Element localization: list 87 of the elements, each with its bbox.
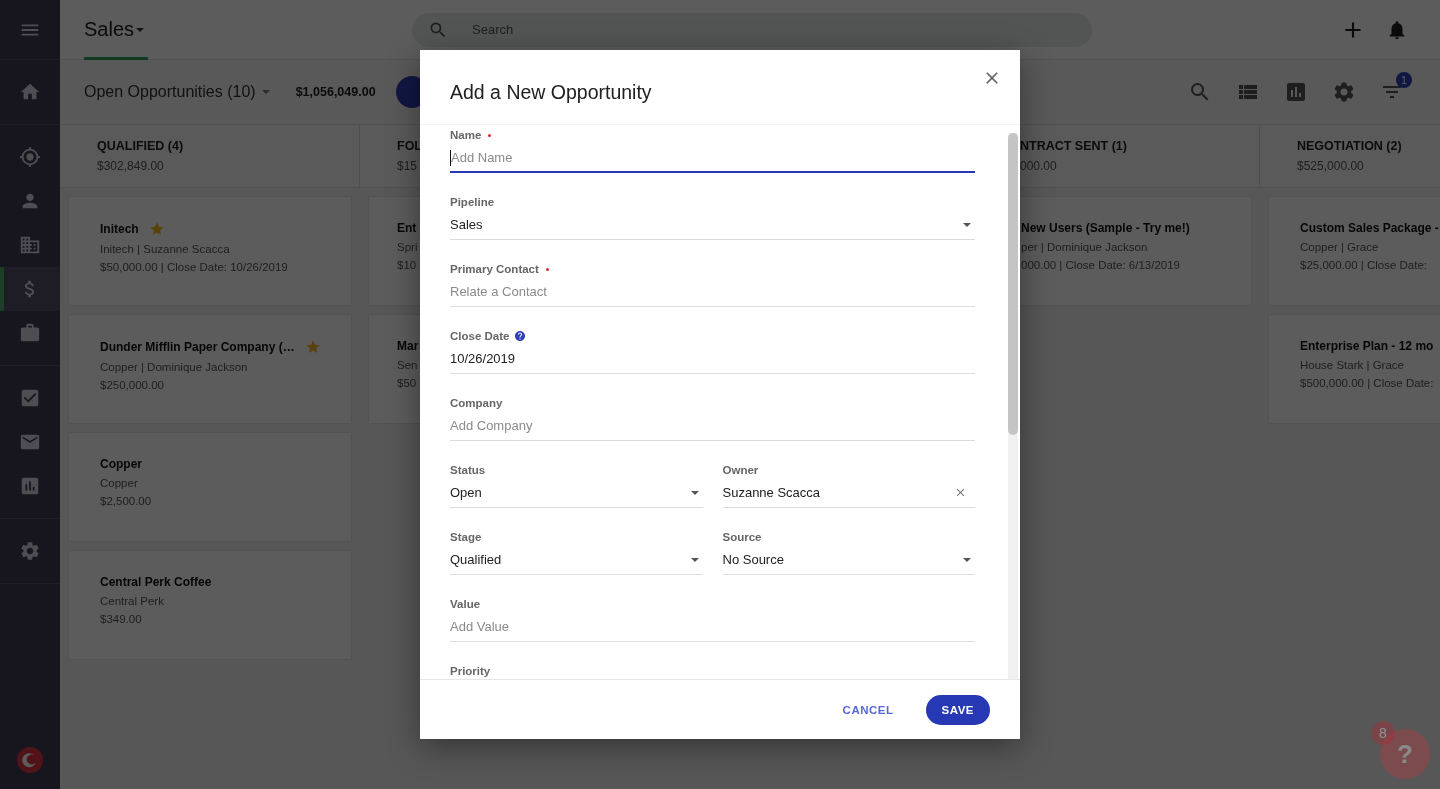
stage-title: NEGOTIATION (2)	[1297, 139, 1402, 153]
opportunity-card[interactable]: Custom Sales Package - Copper | Grace $25,000.00 | Close Date:	[1268, 196, 1440, 306]
save-button[interactable]: SAVE	[925, 694, 990, 725]
total-amount: $1,056,049.00	[295, 85, 376, 99]
card-title: Initech	[100, 222, 139, 236]
building-icon	[19, 234, 41, 256]
scrollbar[interactable]	[1008, 133, 1018, 679]
field-label: Owner	[722, 464, 759, 476]
field-label: Priority	[450, 665, 491, 677]
caret-icon	[136, 27, 145, 32]
select-field[interactable]: No Source	[722, 545, 975, 575]
crosshair-icon	[19, 146, 41, 168]
view-dropdown[interactable]: Open Opportunities (10)	[84, 83, 274, 101]
bar-chart-icon[interactable]	[1284, 80, 1308, 104]
card-details: $500,000.00 | Close Date:	[1300, 377, 1434, 389]
card-details: 000.00 | Close Date: 6/13/2019	[1021, 259, 1180, 271]
settings-icon[interactable]	[1332, 80, 1356, 104]
settings-icon	[19, 540, 41, 562]
briefcase-icon	[19, 322, 41, 344]
card-subtitle: Copper | Grace	[1300, 241, 1379, 253]
card-title: Custom Sales Package -	[1300, 221, 1439, 235]
help-badge: 8	[1371, 721, 1395, 745]
field-label: Value	[450, 598, 481, 610]
opportunity-card[interactable]: Initech Initech | Suzanne Scacca $50,000.00 | Close Date: 10/26/2019	[68, 196, 352, 306]
input-field[interactable]: Add Name	[450, 143, 975, 173]
stage-amount: $15	[397, 159, 418, 173]
opportunity-card[interactable]: Central Perk Coffee Central Perk $349.00	[68, 550, 352, 660]
opportunity-card[interactable]: Dunder Mifflin Paper Company (… Copper | Dominique Jackson $250,000.00	[68, 314, 352, 424]
stage-amount: $302,849.00	[97, 159, 164, 173]
stage-amount: 000.00	[1020, 159, 1057, 173]
card-details: $250,000.00	[100, 379, 164, 391]
card-details: $50,000.00 | Close Date: 10/26/2019	[100, 261, 288, 273]
field-label: Pipeline	[450, 196, 495, 208]
filter-badge: 1	[1396, 72, 1412, 88]
card-details: $25,000.00 | Close Date:	[1300, 259, 1428, 271]
card-subtitle: Copper	[100, 477, 138, 489]
field-label: Status	[450, 464, 486, 476]
stage-amount: $525,000.00	[1297, 159, 1364, 173]
opportunity-card[interactable]: Enterprise Plan - 12 mo House Stark | Grace $500,000.00 | Close Date:	[1268, 314, 1440, 424]
card-title: Dunder Mifflin Paper Company (…	[100, 340, 295, 354]
sidebar-item[interactable]	[0, 267, 60, 311]
help-icon[interactable]	[514, 330, 527, 342]
star-icon[interactable]	[148, 221, 165, 237]
cancel-button[interactable]: CANCEL	[826, 694, 910, 725]
card-subtitle: Sen	[397, 359, 418, 371]
card-title: Mar	[397, 339, 419, 353]
card-details: $50	[397, 377, 417, 389]
caret-icon	[690, 557, 699, 562]
card-title: New Users (Sample - Try me!)	[1021, 221, 1190, 235]
field-label: Stage	[450, 531, 482, 543]
field-label: Primary Contact	[450, 263, 539, 275]
dialog-title: Add a New Opportunity	[450, 81, 652, 104]
select-field[interactable]: Sales	[450, 210, 975, 240]
input-field[interactable]: Suzanne Scacca	[722, 478, 975, 508]
card-details: $349.00	[100, 613, 142, 625]
card-details: $10	[397, 259, 417, 271]
stage-title: FOL	[397, 139, 422, 153]
stage-title: NTRACT SENT (1)	[1020, 139, 1127, 153]
star-icon[interactable]	[304, 339, 321, 355]
card-subtitle: Central Perk	[100, 595, 164, 607]
card-title: Enterprise Plan - 12 mo	[1300, 339, 1434, 353]
card-subtitle: Spri	[397, 241, 418, 253]
select-field[interactable]: Qualified	[450, 545, 703, 575]
card-title: Copper	[100, 457, 142, 471]
field-label: Company	[450, 397, 503, 409]
caret-icon	[690, 490, 699, 495]
opportunity-card[interactable]: Copper Copper $2,500.00	[68, 432, 352, 542]
field-label: Close Date	[450, 330, 510, 342]
card-title: Central Perk Coffee	[100, 575, 212, 589]
stage-title: QUALIFIED (4)	[97, 139, 184, 153]
field-label: Name	[450, 129, 482, 141]
clear-icon[interactable]	[954, 486, 967, 499]
select-field[interactable]: Open	[450, 478, 703, 508]
card-subtitle: Initech | Suzanne Scacca	[100, 243, 230, 255]
caret-icon	[963, 557, 971, 562]
field-label: Source	[722, 531, 762, 543]
card-subtitle: Copper | Dominique Jackson	[100, 361, 248, 373]
text-cursor	[450, 150, 451, 166]
checkbox-icon	[19, 387, 41, 409]
caret-icon	[261, 90, 270, 94]
input-field[interactable]: 10/26/2019	[450, 344, 975, 374]
bar-chart-icon	[19, 475, 41, 497]
card-title: Ent	[397, 221, 417, 235]
caret-icon	[963, 222, 971, 227]
logo-icon	[17, 747, 43, 773]
card-subtitle: House Stark | Grace	[1300, 359, 1404, 371]
card-details: $2,500.00	[100, 495, 152, 507]
